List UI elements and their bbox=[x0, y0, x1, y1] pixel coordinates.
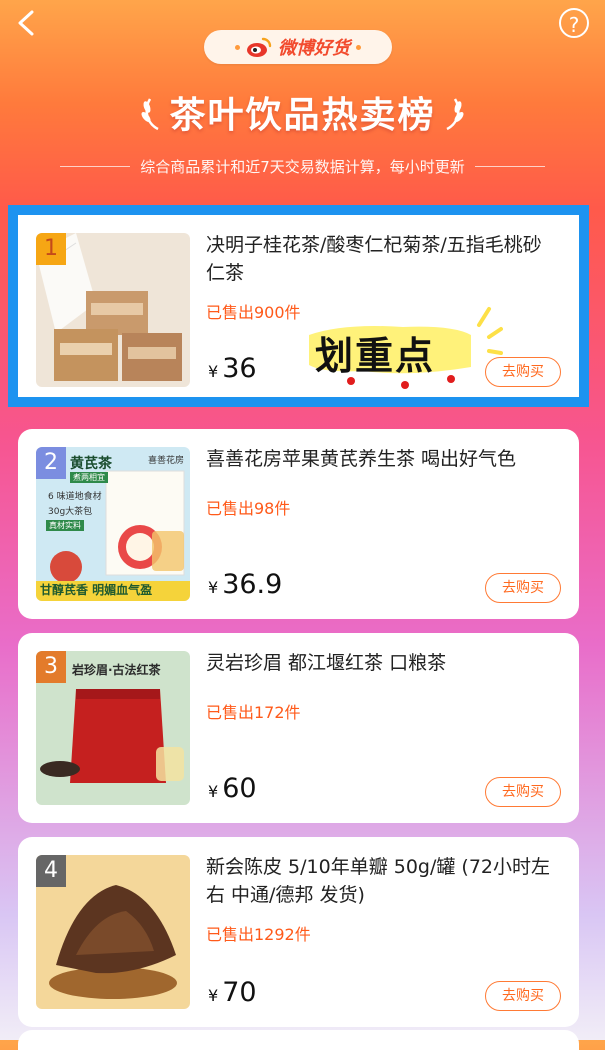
rank-badge: 2 bbox=[36, 447, 66, 479]
product-card[interactable]: 4 新会陈皮 5/10年单瓣 50g/罐 (72小时左右 中通/德邦 发货) 已… bbox=[18, 837, 579, 1027]
laurel-left-icon bbox=[141, 98, 160, 131]
rank-badge: 4 bbox=[36, 855, 66, 887]
next-card-peek bbox=[18, 1030, 579, 1050]
product-image[interactable]: 2 黄芪茶 煮两相宜 喜善花房 6 味道地食材 30g大茶包 真材实料 甘醇芪香… bbox=[36, 447, 190, 601]
rank-badge: 3 bbox=[36, 651, 66, 683]
sold-count: 已售出1292件 bbox=[206, 925, 311, 944]
product-name: 灵岩珍眉 都江堰红茶 口粮茶 bbox=[206, 652, 447, 674]
price-value: 36 bbox=[222, 353, 257, 384]
product-name: 喜善花房苹果黄芪养生茶 喝出好气色 bbox=[206, 448, 517, 470]
brand-name: 微博好货 bbox=[278, 38, 350, 59]
product-price: ¥36 bbox=[208, 353, 257, 384]
thumb-badge: 黄芪茶 bbox=[70, 456, 112, 472]
buy-button[interactable]: 去购买 bbox=[485, 573, 561, 603]
price-value: 60 bbox=[222, 773, 257, 804]
thumb-tag: 煮两相宜 bbox=[70, 472, 108, 483]
divider bbox=[474, 166, 546, 167]
currency-symbol: ¥ bbox=[208, 986, 219, 1005]
product-card[interactable]: 3 岩珍眉·古法红茶 灵岩珍眉 都江堰红茶 口粮茶 已售出172件 ¥60 去购… bbox=[18, 633, 579, 823]
back-arrow-icon[interactable] bbox=[14, 10, 40, 36]
page-title-row: 茶叶饮品热卖榜 bbox=[0, 86, 605, 138]
product-image[interactable]: 1 bbox=[36, 233, 190, 387]
product-card[interactable]: 1 决明子桂花茶/酸枣仁杞菊茶/五指毛桃砂仁茶 已售出900件 ¥36 划重点 … bbox=[8, 205, 589, 407]
weibo-logo-icon bbox=[247, 37, 272, 57]
currency-symbol: ¥ bbox=[208, 782, 219, 801]
sold-count: 已售出98件 bbox=[206, 499, 291, 518]
product-price: ¥70 bbox=[208, 977, 257, 1008]
sticker-text: 划重点 bbox=[315, 334, 436, 378]
highlight-sticker: 划重点 bbox=[303, 305, 503, 395]
product-name: 新会陈皮 5/10年单瓣 50g/罐 (72小时左右 中通/德邦 发货) bbox=[206, 856, 551, 906]
decor-dot bbox=[356, 44, 361, 50]
page-title: 茶叶饮品热卖榜 bbox=[169, 95, 436, 136]
sold-count: 已售出900件 bbox=[206, 303, 301, 322]
product-list: 1 决明子桂花茶/酸枣仁杞菊茶/五指毛桃砂仁茶 已售出900件 ¥36 划重点 … bbox=[8, 205, 589, 1041]
buy-button[interactable]: 去购买 bbox=[485, 981, 561, 1011]
price-value: 36.9 bbox=[222, 569, 283, 600]
thumb-slogan: 甘醇芪香 明媚血气盈 bbox=[40, 583, 153, 597]
product-name: 决明子桂花茶/酸枣仁杞菊茶/五指毛桃砂仁茶 bbox=[206, 234, 542, 284]
subtitle-row: 综合商品累计和近7天交易数据计算，每小时更新 bbox=[60, 156, 546, 177]
page-subtitle: 综合商品累计和近7天交易数据计算，每小时更新 bbox=[140, 158, 465, 176]
currency-symbol: ¥ bbox=[208, 362, 219, 381]
currency-symbol: ¥ bbox=[208, 578, 219, 597]
help-icon[interactable]: ? bbox=[559, 8, 589, 38]
thumb-line2: 30g大茶包 bbox=[48, 507, 93, 517]
product-image[interactable]: 3 岩珍眉·古法红茶 bbox=[36, 651, 190, 805]
product-price: ¥36.9 bbox=[208, 569, 282, 600]
divider bbox=[60, 166, 131, 167]
product-card[interactable]: 2 黄芪茶 煮两相宜 喜善花房 6 味道地食材 30g大茶包 真材实料 甘醇芪香… bbox=[18, 429, 579, 619]
product-price: ¥60 bbox=[208, 773, 257, 804]
thumb-tag2: 真材实料 bbox=[46, 520, 84, 531]
buy-button[interactable]: 去购买 bbox=[485, 777, 561, 807]
laurel-right-icon bbox=[445, 98, 464, 131]
decor-dot bbox=[235, 44, 240, 50]
thumb-brand: 喜善花房 bbox=[147, 456, 184, 466]
product-image[interactable]: 4 bbox=[36, 855, 190, 1009]
price-value: 70 bbox=[222, 977, 257, 1008]
thumb-header: 岩珍眉·古法红茶 bbox=[72, 663, 161, 677]
rank-badge: 1 bbox=[36, 233, 66, 265]
sold-count: 已售出172件 bbox=[206, 703, 301, 722]
brand-badge: 微博好货 bbox=[204, 30, 392, 64]
thumb-line1: 6 味道地食材 bbox=[48, 492, 102, 502]
buy-button[interactable]: 去购买 bbox=[485, 357, 561, 387]
